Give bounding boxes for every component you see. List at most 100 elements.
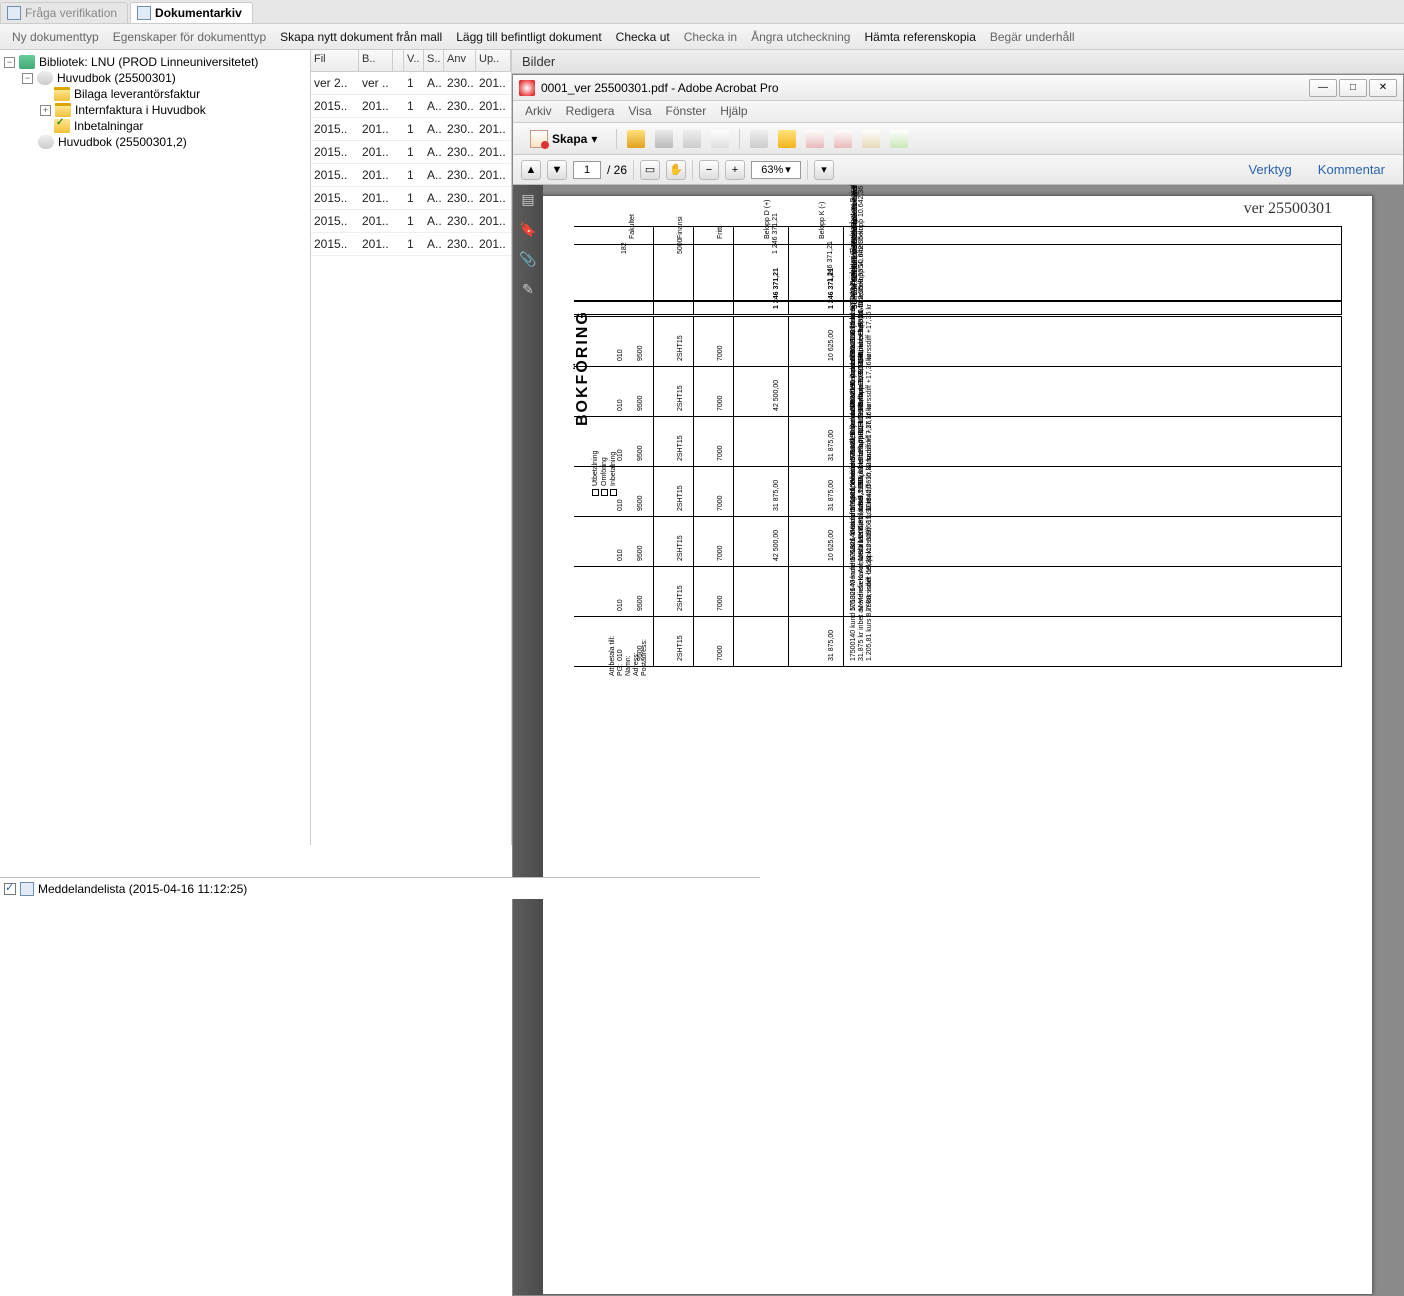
share-icon[interactable]	[890, 130, 908, 148]
cell: 201..	[476, 237, 511, 251]
form-icon[interactable]	[806, 130, 824, 148]
folder-icon	[54, 87, 70, 101]
cell: 1	[404, 214, 424, 228]
menu-arkiv[interactable]: Arkiv	[525, 104, 552, 119]
table-row[interactable]: 2015..201..1A..230..201..	[311, 187, 511, 210]
collapse-icon[interactable]: −	[22, 73, 33, 84]
table-row[interactable]: 2015..201..1A..230..201..	[311, 141, 511, 164]
tb-ny-dokumenttyp[interactable]: Ny dokumenttyp	[6, 27, 105, 47]
open-icon[interactable]	[627, 130, 645, 148]
window-icon	[20, 882, 34, 896]
menu-visa[interactable]: Visa	[628, 104, 651, 119]
tree-panel: −Bibliotek: LNU (PROD Linneuniversitetet…	[0, 50, 311, 845]
table-row[interactable]: 2015..201..1A..230..201..	[311, 118, 511, 141]
page-up-icon[interactable]: ▲	[521, 160, 541, 180]
cell: A..	[424, 122, 444, 136]
tree-internfaktura[interactable]: +Internfaktura i Huvudbok	[4, 102, 306, 118]
col-b[interactable]: B..	[359, 50, 393, 71]
cell: A..	[424, 191, 444, 205]
cell: 1	[404, 145, 424, 159]
bookmark-icon[interactable]: 🔖	[519, 221, 537, 239]
col-blank[interactable]	[393, 50, 404, 71]
cell: 201..	[476, 99, 511, 113]
tree-huvudbok1[interactable]: −Huvudbok (25500301)	[4, 70, 306, 86]
col-v[interactable]: V..	[404, 50, 424, 71]
mail-icon[interactable]	[711, 130, 729, 148]
tab-fraga[interactable]: Fråga verifikation	[0, 2, 128, 23]
separator	[692, 160, 693, 180]
close-button[interactable]: ✕	[1369, 79, 1397, 97]
cell: 1	[404, 76, 424, 90]
zoom-in-icon[interactable]: +	[725, 160, 745, 180]
kommentar-link[interactable]: Kommentar	[1308, 162, 1395, 177]
minimize-button[interactable]: —	[1309, 79, 1337, 97]
menu-redigera[interactable]: Redigera	[566, 104, 615, 119]
zoom-level[interactable]: 63%▾	[751, 161, 801, 179]
table-row[interactable]: 2015..201..1A..230..201..	[311, 233, 511, 256]
table-row[interactable]: 2015..201..1A..230..201..	[311, 164, 511, 187]
sign-icon[interactable]	[862, 130, 880, 148]
cell	[393, 76, 404, 90]
folder-icon	[55, 103, 71, 117]
document-viewport[interactable]: ver 25500301 BOKFÖRING Utbetalning Omför…	[543, 185, 1403, 1295]
attachment-icon[interactable]: 📎	[519, 251, 537, 269]
page-input[interactable]	[573, 161, 601, 179]
cell: 201..	[359, 145, 393, 159]
print-icon[interactable]	[683, 130, 701, 148]
comment-icon[interactable]	[778, 130, 796, 148]
tb-lagg-till[interactable]: Lägg till befintligt dokument	[450, 27, 607, 47]
table-row[interactable]: ver 2..ver ..1A..230..201..	[311, 72, 511, 95]
table-row[interactable]: 2015..201..1A..230..201..	[311, 210, 511, 233]
save-icon[interactable]	[655, 130, 673, 148]
expand-icon[interactable]: +	[40, 105, 51, 116]
col-fil[interactable]: Fil	[311, 50, 359, 71]
stop-icon[interactable]	[834, 130, 852, 148]
select-icon[interactable]: ▭	[640, 160, 660, 180]
tab-label: Dokumentarkiv	[155, 6, 242, 20]
tree-inbetalningar[interactable]: Inbetalningar	[4, 118, 306, 134]
cell: 1	[404, 122, 424, 136]
cell: A..	[424, 214, 444, 228]
verktyg-link[interactable]: Verktyg	[1238, 162, 1301, 177]
gear-icon[interactable]	[750, 130, 768, 148]
tb-angra[interactable]: Ångra utcheckning	[745, 27, 856, 47]
skapa-button[interactable]: Skapa ▾	[521, 126, 606, 152]
zoom-out-icon[interactable]: −	[699, 160, 719, 180]
col-anv[interactable]: Anv	[444, 50, 476, 71]
cell: 2015..	[311, 191, 359, 205]
tb-checka-ut[interactable]: Checka ut	[610, 27, 676, 47]
menu-hjalp[interactable]: Hjälp	[720, 104, 747, 119]
maximize-button[interactable]: □	[1339, 79, 1367, 97]
tb-begar[interactable]: Begär underhåll	[984, 27, 1081, 47]
col-s[interactable]: S..	[424, 50, 444, 71]
tree-huvudbok2[interactable]: Huvudbok (25500301,2)	[4, 134, 306, 150]
cell	[393, 191, 404, 205]
tree-label: Bilaga leverantörsfaktur	[74, 87, 200, 101]
cell: 1	[404, 191, 424, 205]
cell: A..	[424, 99, 444, 113]
acrobat-sidebar: ▤ 🔖 📎 ✎	[513, 185, 543, 1295]
tb-checka-in[interactable]: Checka in	[678, 27, 743, 47]
table-row[interactable]: 2015..201..1A..230..201..	[311, 95, 511, 118]
message-bar[interactable]: Meddelandelista (2015-04-16 11:12:25)	[0, 877, 760, 899]
col-up[interactable]: Up..	[476, 50, 511, 71]
tab-dokumentarkiv[interactable]: Dokumentarkiv	[130, 2, 253, 23]
tree-bilaga[interactable]: Bilaga leverantörsfaktur	[4, 86, 306, 102]
cell: 2015..	[311, 237, 359, 251]
tb-egenskaper[interactable]: Egenskaper för dokumenttyp	[107, 27, 272, 47]
more-icon[interactable]: ▾	[814, 160, 834, 180]
page-down-icon[interactable]: ▼	[547, 160, 567, 180]
checkbox-icon[interactable]	[4, 883, 16, 895]
signature-icon[interactable]: ✎	[519, 281, 537, 299]
tab-icon	[7, 6, 21, 20]
cell: 230..	[444, 76, 476, 90]
thumbnails-icon[interactable]: ▤	[519, 191, 537, 209]
hand-icon[interactable]: ✋	[666, 160, 686, 180]
separator	[616, 129, 617, 149]
menu-fonster[interactable]: Fönster	[666, 104, 707, 119]
tree-root[interactable]: −Bibliotek: LNU (PROD Linneuniversitetet…	[4, 54, 306, 70]
library-icon	[19, 55, 35, 69]
tb-skapa-nytt[interactable]: Skapa nytt dokument från mall	[274, 27, 448, 47]
tb-hamta[interactable]: Hämta referenskopia	[858, 27, 981, 47]
collapse-icon[interactable]: −	[4, 57, 15, 68]
